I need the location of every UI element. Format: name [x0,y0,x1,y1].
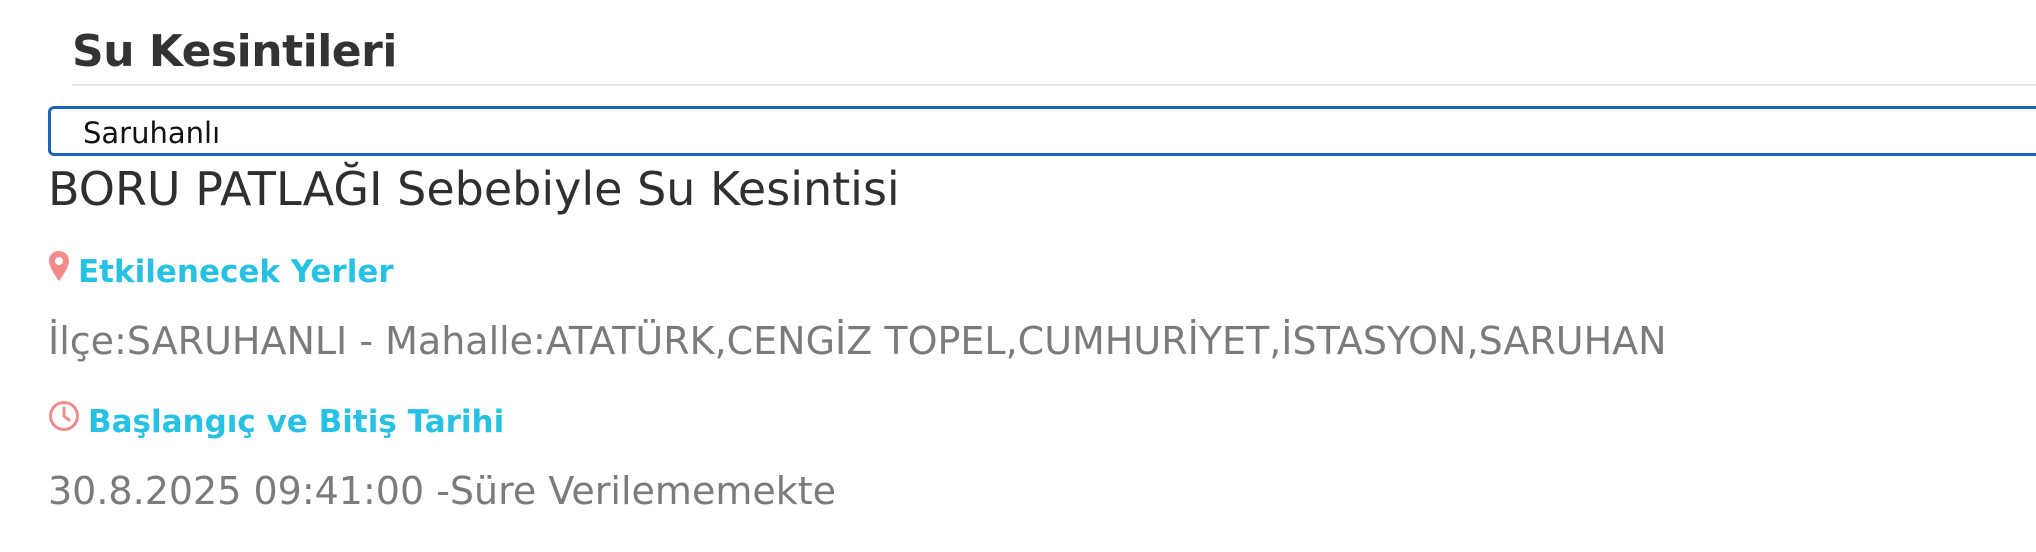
map-pin-icon [48,250,70,293]
affected-places-heading: Etkilenecek Yerler [48,250,394,293]
district-select-value: Saruhanlı [83,116,221,150]
clock-icon [48,400,80,443]
affected-places-heading-label: Etkilenecek Yerler [78,253,394,290]
title-divider [72,84,2036,86]
date-range-heading: Başlangıç ve Bitiş Tarihi [48,400,504,443]
date-range-heading-label: Başlangıç ve Bitiş Tarihi [88,403,505,440]
date-range-value: 30.8.2025 09:41:00 -Süre Verilememekte [48,469,836,513]
affected-places-value: İlçe:SARUHANLI - Mahalle:ATATÜRK,CENGİZ … [48,319,1667,363]
page-title: Su Kesintileri [72,26,397,77]
outage-title: BORU PATLAĞI Sebebiyle Su Kesintisi [48,162,900,216]
district-select[interactable]: Saruhanlı [48,106,2036,156]
